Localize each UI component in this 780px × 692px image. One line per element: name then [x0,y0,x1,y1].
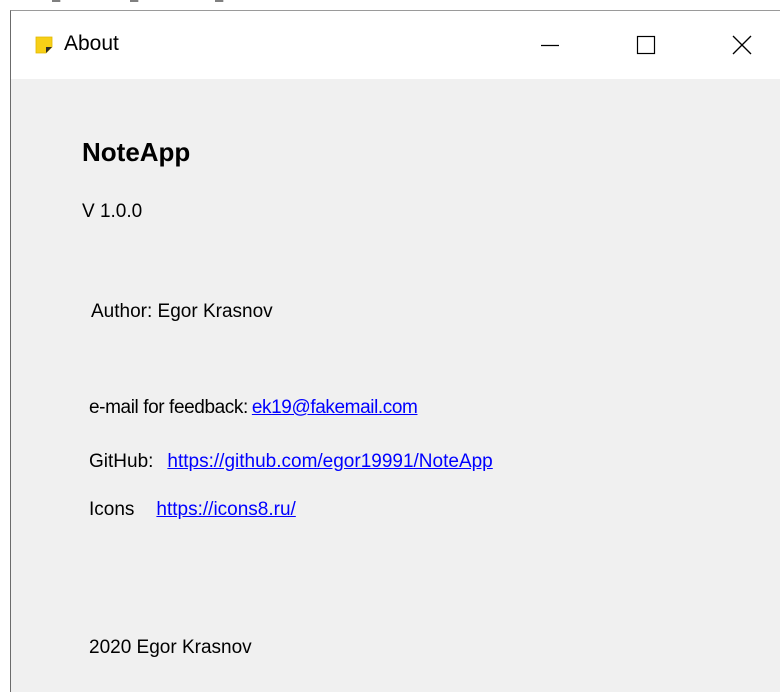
email-link[interactable]: ek19@fakemail.com [252,397,418,418]
about-content [11,79,780,692]
app-name-heading: NoteApp [82,137,191,167]
author-label: Author: Egor Krasnov [91,301,273,322]
close-icon [732,35,752,55]
parent-window-menu-strip: – – – [0,0,780,10]
github-link[interactable]: https://github.com/egor19991/NoteApp [167,451,492,472]
version-label: V 1.0.0 [82,201,143,222]
about-dialog: About NoteApp V 1.0.0 Author: Egor Krasn… [10,10,780,692]
github-row: GitHub: https://github.com/egor19991/Note… [89,451,493,473]
maximize-icon [636,35,656,55]
email-row: e-mail for feedback: ek19@fakemail.com [89,397,418,419]
github-label: GitHub: [89,451,154,472]
maximize-button[interactable] [614,11,678,79]
email-label: e-mail for feedback: [89,397,248,418]
minimize-button[interactable] [518,11,582,79]
copyright-label: 2020 Egor Krasnov [89,637,252,658]
minimize-icon [541,44,559,47]
close-button[interactable] [710,11,774,79]
icons-link[interactable]: https://icons8.ru/ [156,499,295,520]
title-bar[interactable]: About [11,11,780,79]
window-title: About [64,32,119,55]
sticky-note-icon [35,36,53,54]
icons-label: Icons [89,499,135,520]
icons-row: Icons https://icons8.ru/ [89,499,296,521]
